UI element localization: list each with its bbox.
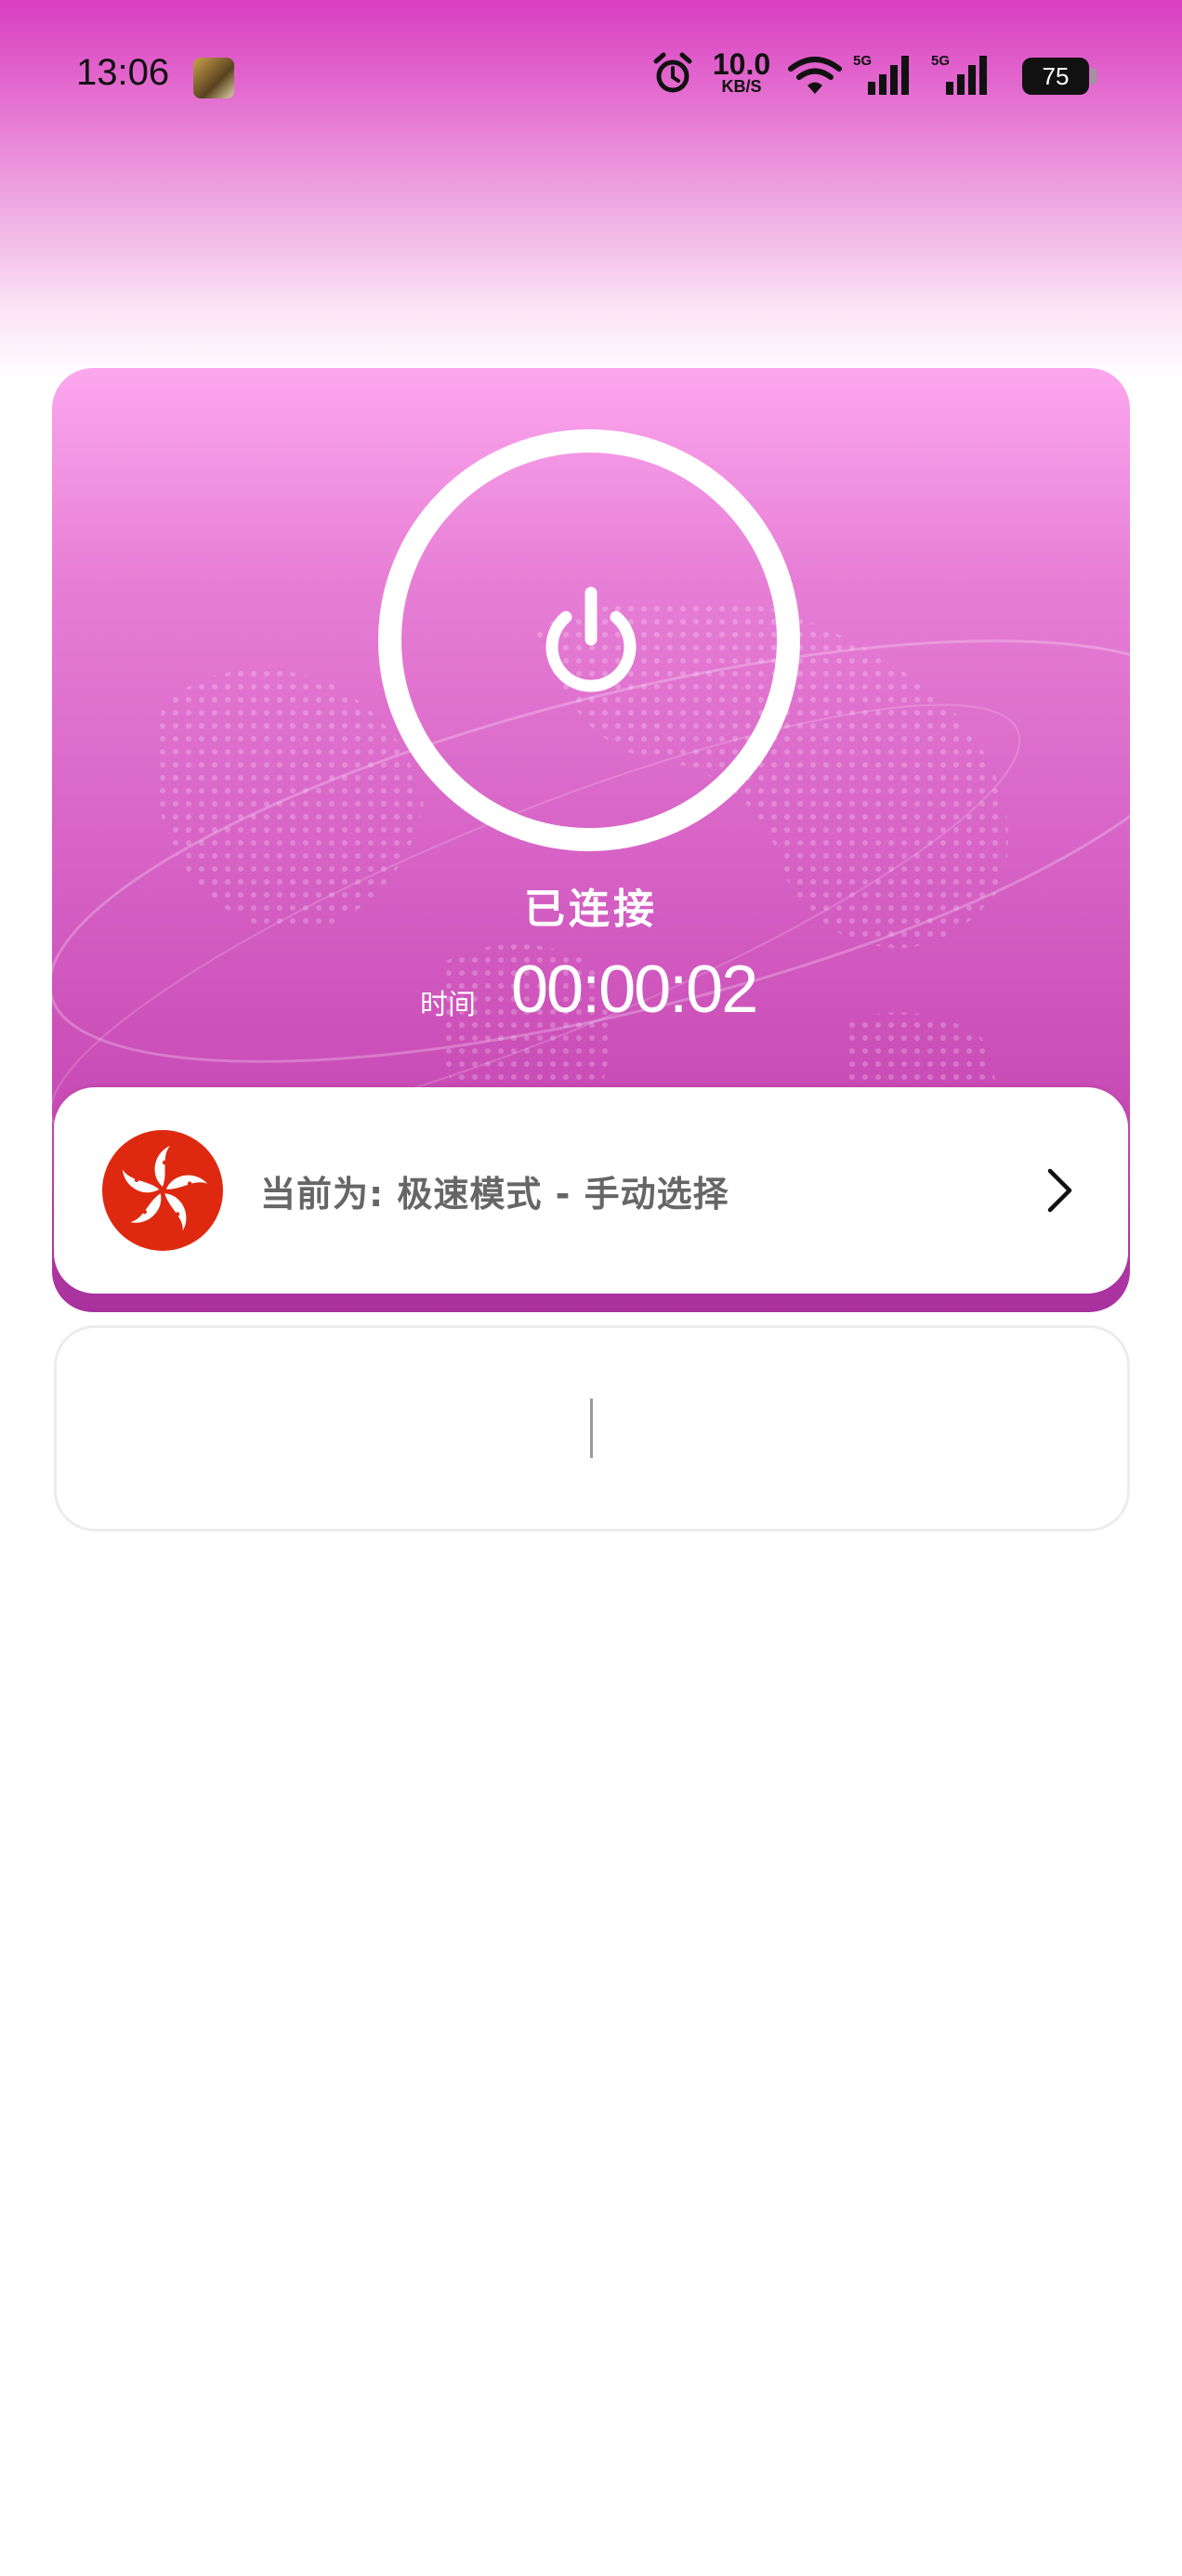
- elapsed-time: 00:00:02: [511, 953, 758, 1027]
- status-bar: 13:06 10.0 KB/S 5G 5G 75: [0, 0, 1182, 158]
- alarm-icon: [653, 52, 692, 93]
- mode-select-row[interactable]: 当前为: 极速模式 - 手动选择: [54, 1087, 1128, 1294]
- status-indicators: 10.0 KB/S 5G 5G 75: [532, 0, 1182, 158]
- chevron-right-icon[interactable]: [1046, 1167, 1074, 1214]
- power-icon[interactable]: [534, 585, 648, 699]
- signal-icon: 5G: [853, 53, 909, 95]
- hong-kong-flag-icon: [102, 1130, 223, 1251]
- network-speed-value: 10.0: [712, 47, 771, 81]
- wifi-icon: [788, 57, 842, 94]
- status-time: 13:06: [76, 52, 170, 93]
- connection-status: 已连接: [524, 886, 658, 933]
- signal-2-label: 5G: [931, 53, 950, 69]
- app-thumbnail-icon: [193, 58, 234, 99]
- battery-icon: 75: [1022, 58, 1089, 95]
- time-label: 时间: [420, 989, 476, 1021]
- battery-level: 75: [1042, 62, 1070, 90]
- network-speed: 10.0 KB/S: [708, 47, 775, 95]
- mode-label: 当前为: 极速模式 - 手动选择: [260, 1174, 729, 1215]
- info-card: [54, 1325, 1130, 1531]
- signal-1-label: 5G: [853, 53, 872, 69]
- signal-icon: 5G: [931, 53, 987, 95]
- battery-tip: [1091, 68, 1097, 85]
- card-divider: [590, 1399, 593, 1458]
